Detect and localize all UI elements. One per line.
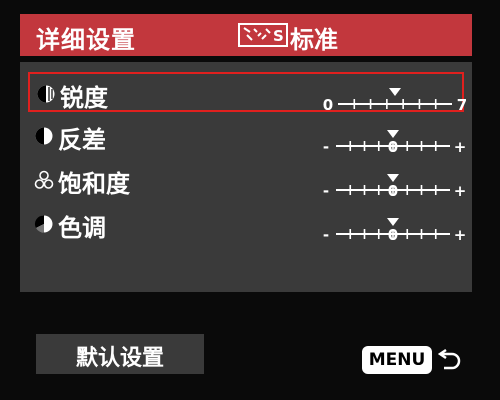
- slider-min-label: 0: [323, 96, 333, 114]
- slider-center-label: 0: [388, 226, 398, 244]
- picture-style-detail-screen: 详细设置 S 标准 锐度 07 反差 - +0 饱和度 - + 0 色调 - +…: [0, 0, 500, 400]
- slider-max-label: +: [454, 138, 467, 156]
- contrast-icon: [35, 127, 53, 145]
- setting-label: 反差: [58, 126, 106, 154]
- setting-row-saturation[interactable]: 饱和度 - +0: [28, 160, 466, 200]
- settings-panel: 锐度 07 反差 - +0 饱和度 - +0 色调 - + 0: [20, 62, 472, 292]
- setting-row-color-tone[interactable]: 色调 - +0: [28, 204, 466, 244]
- slider-max-label: +: [454, 226, 467, 244]
- setting-row-sharpness[interactable]: 锐度 07: [28, 72, 467, 114]
- setting-label: 色调: [58, 214, 106, 242]
- contrast-slider[interactable]: - +0: [318, 116, 468, 156]
- svg-text:S: S: [273, 27, 284, 45]
- slider-min-label: -: [323, 226, 329, 244]
- slider-center-label: 0: [388, 182, 398, 200]
- setting-label: 饱和度: [58, 170, 130, 198]
- slider-marker: [387, 130, 399, 138]
- header-bar: 详细设置 S 标准: [20, 14, 472, 56]
- sharpness-slider[interactable]: 07: [320, 74, 470, 114]
- slider-max-label: 7: [457, 96, 467, 114]
- reset-default-label: 默认设置: [75, 346, 164, 371]
- setting-row-contrast[interactable]: 反差 - +0: [28, 116, 466, 156]
- saturation-slider[interactable]: - +0: [318, 160, 468, 200]
- slider-marker: [387, 218, 399, 226]
- menu-button[interactable]: MENU: [362, 346, 432, 374]
- slider-marker: [389, 88, 401, 96]
- saturation-icon: [34, 170, 54, 189]
- color-tone-icon: [34, 215, 53, 233]
- sharpness-icon: [37, 85, 55, 103]
- slider-max-label: +: [454, 182, 467, 200]
- picture-style-standard-icon: S: [238, 23, 288, 47]
- setting-label: 锐度: [60, 84, 108, 112]
- slider-min-label: -: [323, 138, 329, 156]
- slider-min-label: -: [323, 182, 329, 200]
- reset-default-button[interactable]: 默认设置: [36, 334, 204, 374]
- slider-center-label: 0: [388, 138, 398, 156]
- slider-marker: [387, 174, 399, 182]
- color-tone-slider[interactable]: - +0: [318, 204, 468, 244]
- picture-style-name: 标准: [290, 26, 338, 54]
- page-title: 详细设置: [36, 26, 136, 54]
- return-arrow-icon: [438, 348, 461, 370]
